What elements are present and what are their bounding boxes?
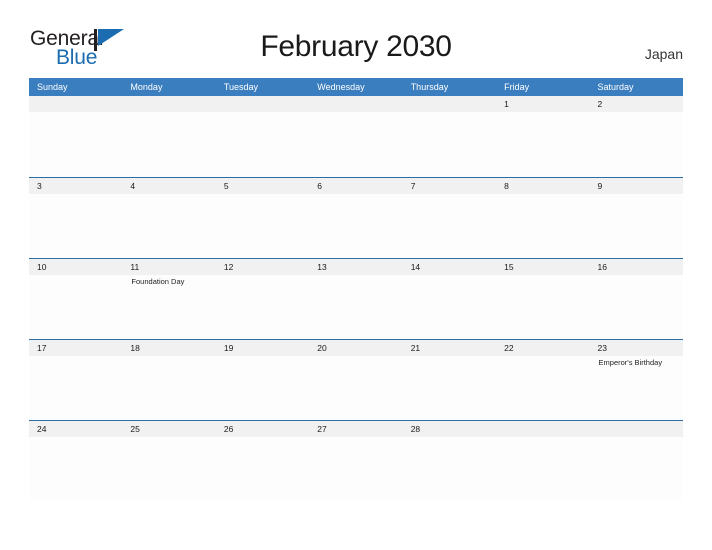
calendar-day-cell-empty (309, 96, 403, 177)
day-number-band (402, 96, 497, 112)
calendar-day-cell[interactable]: 28 (402, 421, 497, 501)
weekday-header-tuesday: Tuesday (223, 82, 259, 92)
calendar-day-cell-empty (215, 96, 310, 177)
calendar-day-cell[interactable]: 26 (215, 421, 310, 501)
calendar-week-row: 12 (29, 96, 683, 177)
day-number: 10 (37, 262, 47, 272)
day-number: 3 (37, 181, 42, 191)
calendar-day-cell[interactable]: 4 (122, 178, 216, 258)
calendar-day-cell[interactable]: 18 (122, 340, 216, 420)
calendar-week-row: 17 18 19 20 21 22 23 Emperor's Birthday (29, 339, 683, 420)
calendar-day-cell[interactable]: 8 (496, 178, 590, 258)
calendar-week-cells: 10 11 Foundation Day 12 13 14 15 16 (29, 259, 683, 339)
weekday-header-row: Sunday Monday Tuesday Wednesday Thursday… (29, 78, 683, 96)
calendar-day-cell[interactable]: 11 Foundation Day (122, 259, 216, 339)
weekday-header-sunday: Sunday (37, 82, 68, 92)
calendar-day-cell[interactable]: 15 (496, 259, 590, 339)
calendar-week-cells: 17 18 19 20 21 22 23 Emperor's Birthday (29, 340, 683, 420)
calendar-day-cell[interactable]: 3 (29, 178, 123, 258)
calendar-week-cells: 3 4 5 6 7 8 9 (29, 178, 683, 258)
day-events: Foundation Day (122, 275, 215, 287)
day-number: 18 (130, 343, 140, 353)
calendar-day-cell[interactable]: 9 (589, 178, 683, 258)
calendar-week-cells: 24 25 26 27 28 (29, 421, 683, 501)
day-number-band (496, 421, 590, 437)
calendar-weeks: 1 2 3 4 5 6 7 8 9 10 11 Foundation Day 12 13 14 15 16 17 1… (29, 96, 683, 501)
calendar-day-cell-empty (122, 96, 216, 177)
month-calendar: Sunday Monday Tuesday Wednesday Thursday… (29, 78, 683, 501)
day-number: 1 (504, 99, 509, 109)
calendar-day-cell[interactable]: 17 (29, 340, 123, 420)
day-number: 27 (317, 424, 327, 434)
weekday-header-monday: Monday (130, 82, 163, 92)
day-number-band (122, 96, 216, 112)
calendar-day-cell[interactable]: 13 (309, 259, 403, 339)
calendar-day-cell[interactable]: 2 (589, 96, 683, 177)
holiday-event-label: Foundation Day (131, 277, 185, 286)
calendar-week-row: 10 11 Foundation Day 12 13 14 15 16 (29, 258, 683, 339)
day-number: 19 (223, 343, 234, 353)
calendar-week-row: 3 4 5 6 7 8 9 (29, 177, 683, 258)
day-number: 11 (130, 262, 140, 272)
calendar-day-cell[interactable]: 25 (122, 421, 216, 501)
calendar-day-cell-empty (29, 96, 123, 177)
day-number: 6 (317, 181, 322, 191)
day-number: 28 (410, 424, 421, 434)
day-number: 26 (223, 424, 234, 434)
day-number-band (215, 96, 310, 112)
day-number: 4 (130, 181, 136, 191)
calendar-day-cell[interactable]: 22 (496, 340, 590, 420)
calendar-day-cell[interactable]: 19 (215, 340, 310, 420)
day-events: Emperor's Birthday (590, 356, 683, 368)
day-number: 17 (37, 343, 47, 353)
calendar-day-cell[interactable]: 5 (215, 178, 310, 258)
day-number: 13 (317, 262, 327, 272)
day-number: 16 (597, 262, 607, 272)
calendar-day-cell-empty (496, 421, 590, 501)
holiday-event-label: Emperor's Birthday (598, 358, 663, 367)
calendar-day-cell[interactable]: 10 (29, 259, 123, 339)
day-number: 23 (597, 343, 607, 353)
day-number: 5 (223, 181, 229, 191)
weekday-header-saturday: Saturday (597, 82, 634, 92)
calendar-day-cell[interactable]: 1 (496, 96, 590, 177)
calendar-week-cells: 12 (29, 96, 683, 177)
calendar-day-cell[interactable]: 21 (402, 340, 497, 420)
day-number: 2 (597, 99, 603, 109)
calendar-day-cell[interactable]: 6 (309, 178, 403, 258)
day-number: 8 (504, 181, 509, 191)
day-number: 15 (504, 262, 514, 272)
calendar-day-cell[interactable]: 16 (589, 259, 683, 339)
day-number: 24 (37, 424, 47, 434)
day-number-band (589, 421, 683, 437)
calendar-day-cell-empty (589, 421, 683, 501)
calendar-day-cell[interactable]: 7 (402, 178, 497, 258)
day-number: 25 (130, 424, 140, 434)
calendar-day-cell[interactable]: 23 Emperor's Birthday (589, 340, 683, 420)
calendar-day-cell[interactable]: 14 (402, 259, 497, 339)
page-header: General Blue February 2030 Japan (0, 0, 712, 76)
calendar-day-cell[interactable]: 27 (309, 421, 403, 501)
day-number: 12 (223, 262, 234, 272)
calendar-day-cell-empty (402, 96, 497, 177)
calendar-day-cell[interactable]: 12 (215, 259, 310, 339)
weekday-header-friday: Friday (504, 82, 530, 92)
weekday-header-thursday: Thursday (410, 82, 449, 92)
calendar-page: General Blue February 2030 Japan Sunday … (0, 0, 712, 550)
country-label: Japan (644, 46, 683, 62)
day-number: 20 (317, 343, 327, 353)
day-number: 22 (504, 343, 514, 353)
day-number: 7 (410, 181, 416, 191)
day-number-band (309, 96, 403, 112)
page-title: February 2030 (260, 30, 452, 63)
calendar-day-cell[interactable]: 20 (309, 340, 403, 420)
day-number: 9 (597, 181, 603, 191)
day-number: 21 (410, 343, 421, 353)
calendar-day-cell[interactable]: 24 (29, 421, 123, 501)
day-number: 14 (410, 262, 421, 272)
calendar-week-row: 24 25 26 27 28 (29, 420, 683, 501)
weekday-header-wednesday: Wednesday (317, 82, 365, 92)
day-number-band (29, 96, 123, 112)
